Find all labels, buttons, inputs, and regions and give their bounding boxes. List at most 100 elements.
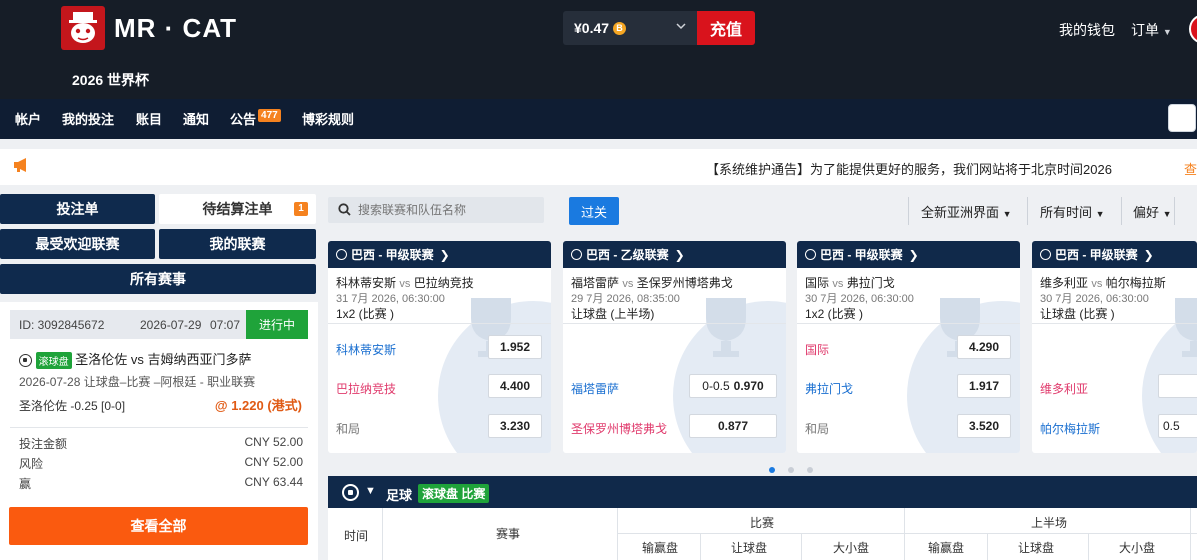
selection-label: 和局 — [805, 422, 830, 436]
recharge-button[interactable]: 充值 — [697, 11, 755, 45]
tab-popular-leagues[interactable]: 最受欢迎联赛 — [0, 229, 155, 259]
carousel-dot[interactable] — [807, 467, 813, 473]
col-time: 时间 — [344, 529, 369, 543]
status-badge: 进行中 — [246, 310, 308, 339]
odds-button[interactable]: 3.520 — [957, 414, 1011, 438]
market-type: 让球盘 (比赛 ) — [1040, 307, 1115, 321]
nav-announcements[interactable]: 公告 477 — [230, 109, 281, 128]
league-header[interactable]: 巴西 - 甲级联赛 ❯ — [797, 241, 1020, 268]
soccer-ball-icon[interactable] — [342, 484, 359, 501]
carousel-dot[interactable] — [769, 467, 775, 473]
orders-dropdown[interactable]: 订单 ▼ — [1131, 20, 1172, 40]
market-type: 1x2 (比赛 ) — [336, 307, 395, 321]
col-group-half: 上半场 — [1031, 516, 1068, 530]
sport-name: 足球 — [386, 488, 413, 503]
nav-statement[interactable]: 账目 — [136, 109, 162, 128]
announcement-link[interactable]: 查 — [1184, 159, 1197, 178]
tab-bet-slip[interactable]: 投注单 — [0, 194, 155, 224]
pending-count-badge: 1 — [294, 202, 308, 216]
chevron-down-icon[interactable]: ▼ — [365, 485, 376, 497]
nav-account[interactable]: 帐户 — [15, 109, 41, 128]
odds-button[interactable]: 0.877 — [689, 414, 777, 438]
soccer-ball-icon — [19, 354, 32, 368]
odds-value: 0.970 — [733, 379, 764, 393]
bet-match-name: 圣洛伦佐 vs 吉姆纳西亚门多萨 — [75, 352, 252, 367]
league-header[interactable]: 巴西 - 甲级联赛 ❯ — [328, 241, 551, 268]
col-half-over-under: 大小盘 — [1119, 541, 1156, 555]
coin-icon: B — [613, 21, 627, 35]
preference-select[interactable]: 偏好 ▼ — [1133, 202, 1172, 221]
odds-button[interactable] — [1158, 374, 1197, 398]
parlay-button[interactable]: 过关 — [569, 197, 619, 225]
risk-value: CNY 52.00 — [244, 455, 303, 469]
match-card[interactable]: 巴西 - 甲级联赛 ❯ 国际 vs 弗拉门戈 30 7月 2026, 06:30… — [797, 241, 1020, 453]
tab-pending-bets[interactable]: 待结算注单 1 — [159, 194, 316, 224]
chevron-right-icon: ❯ — [674, 247, 685, 262]
tab-all-matches[interactable]: 所有赛事 — [0, 264, 316, 294]
bet-match: 滚球盘 圣洛伦佐 vs 吉姆纳西亚门多萨 — [19, 349, 252, 370]
brand-name[interactable]: MR · CAT — [114, 13, 237, 44]
avatar[interactable] — [1189, 14, 1197, 44]
time-select[interactable]: 所有时间 ▼ — [1040, 202, 1105, 221]
match-teams: 国际 vs 弗拉门戈 — [805, 274, 895, 291]
match-teams: 科林蒂安斯 vs 巴拉纳竞技 — [336, 274, 474, 291]
carousel-dots — [769, 461, 826, 476]
caret-down-icon: ▼ — [1095, 209, 1105, 219]
settings-toggle[interactable] — [1168, 104, 1196, 132]
col-over-under: 大小盘 — [833, 541, 870, 555]
nav-my-bets[interactable]: 我的投注 — [62, 109, 114, 128]
odds-button[interactable]: 1.917 — [957, 374, 1011, 398]
announcement-text[interactable]: 【系统维护通告】为了能提供更好的服务，我们网站将于北京时间2026 — [706, 159, 1112, 178]
wallet-link[interactable]: 我的钱包 — [1059, 20, 1115, 40]
odds-button[interactable]: 0.5 — [1158, 414, 1197, 438]
home-team: 国际 — [805, 276, 830, 290]
win-label: 赢 — [19, 477, 32, 491]
match-date: 30 7月 2026, 06:30:00 — [805, 293, 914, 305]
odds-button[interactable]: 4.400 — [488, 374, 542, 398]
odds-button[interactable]: 4.290 — [957, 335, 1011, 359]
selection-label: 科林蒂安斯 — [336, 343, 397, 357]
announcement-bar: 【系统维护通告】为了能提供更好的服务，我们网站将于北京时间2026 查 — [0, 149, 1197, 185]
league-name: 巴西 - 乙级联赛 — [586, 248, 669, 262]
stake-value: CNY 52.00 — [244, 435, 303, 449]
tab-my-leagues[interactable]: 我的联赛 — [159, 229, 316, 259]
view-all-button[interactable]: 查看全部 — [9, 507, 308, 545]
nav-notifications[interactable]: 通知 — [183, 109, 209, 128]
odds-button[interactable]: 0-0.5 0.970 — [689, 374, 777, 398]
view-select[interactable]: 全新亚洲界面 ▼ — [921, 202, 1012, 221]
match-card[interactable]: 巴西 - 甲级联赛 ❯ 科林蒂安斯 vs 巴拉纳竞技 31 7月 2026, 0… — [328, 241, 551, 453]
search-icon — [338, 203, 351, 216]
divider — [382, 508, 383, 560]
divider — [1088, 533, 1089, 560]
balance-dropdown[interactable]: ¥0.47 B — [563, 11, 697, 45]
divider — [1190, 508, 1191, 560]
divider — [987, 533, 988, 560]
search-input[interactable] — [358, 200, 538, 220]
bet-odds: @ 1.220 (港式) — [214, 398, 302, 413]
bet-header: ID: 3092845672 2026-07-29 07:07 进行中 — [10, 310, 308, 339]
carousel-dot[interactable] — [788, 467, 794, 473]
match-card[interactable]: 巴西 - 甲级联赛 ❯ 维多利亚 vs 帕尔梅拉斯 30 7月 2026, 06… — [1032, 241, 1197, 453]
match-date: 29 7月 2026, 08:35:00 — [571, 293, 680, 305]
nav-betting-rules[interactable]: 博彩规则 — [302, 109, 354, 128]
main-nav: 帐户 我的投注 账目 通知 公告 477 博彩规则 — [0, 99, 1197, 139]
league-header[interactable]: 巴西 - 乙级联赛 ❯ — [563, 241, 786, 268]
match-card[interactable]: 巴西 - 乙级联赛 ❯ 福塔雷萨 vs 圣保罗州博塔弗戈 29 7月 2026,… — [563, 241, 786, 453]
logo-icon[interactable] — [61, 6, 105, 50]
view-select-label: 全新亚洲界面 — [921, 205, 1000, 220]
market-type: 1x2 (比赛 ) — [805, 307, 864, 321]
selection-label: 帕尔梅拉斯 — [1040, 422, 1101, 436]
divider — [1027, 197, 1028, 225]
away-team: 弗拉门戈 — [846, 276, 895, 290]
chevron-right-icon: ❯ — [908, 247, 919, 262]
odds-button[interactable]: 1.952 — [488, 335, 542, 359]
away-team: 巴拉纳竞技 — [413, 276, 474, 290]
league-name: 巴西 - 甲级联赛 — [820, 248, 903, 262]
selection-label: 福塔雷萨 — [571, 382, 620, 396]
divider — [700, 533, 701, 560]
league-header[interactable]: 巴西 - 甲级联赛 ❯ — [1032, 241, 1197, 268]
odds-button[interactable]: 3.230 — [488, 414, 542, 438]
caret-down-icon: ▼ — [1002, 209, 1012, 219]
divider — [1032, 323, 1197, 324]
divider — [617, 533, 1197, 534]
